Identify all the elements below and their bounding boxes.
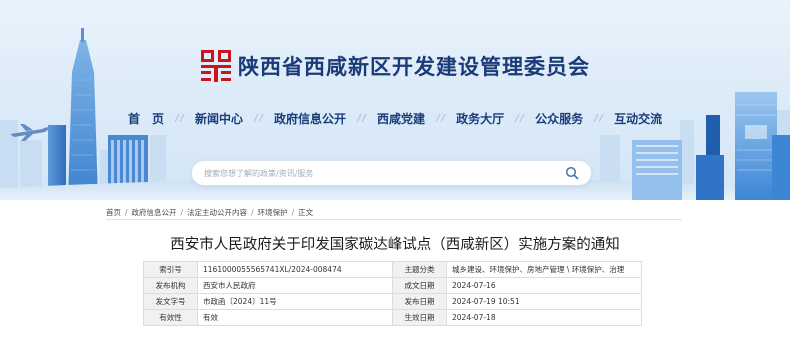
header-banner: 陕西省西咸新区开发建设管理委员会 首 页 新闻中心 政府信息公开 西咸党建 政务… — [0, 0, 790, 200]
breadcrumb-current: 正文 — [298, 208, 314, 217]
breadcrumb-environment[interactable]: 环境保护 — [258, 207, 288, 218]
meta-value: 2024-07-16 — [446, 277, 642, 294]
logo-icon — [201, 50, 231, 82]
nav-separator-icon — [253, 113, 264, 123]
meta-label: 有效性 — [143, 309, 198, 326]
table-row: 索引号 1161000055565741XL/2024-008474 主题分类 … — [143, 261, 642, 278]
nav-item-gov-info[interactable]: 政府信息公开 — [274, 110, 346, 127]
main-nav: 首 页 新闻中心 政府信息公开 西咸党建 政务大厅 公众服务 互动交流 — [128, 108, 662, 128]
nav-item-news[interactable]: 新闻中心 — [195, 110, 243, 127]
breadcrumb-separator: / — [125, 208, 128, 217]
search-box — [191, 160, 592, 186]
nav-separator-icon — [356, 113, 367, 123]
breadcrumb-statutory-content[interactable]: 法定主动公开内容 — [187, 207, 247, 218]
document-meta-table: 索引号 1161000055565741XL/2024-008474 主题分类 … — [143, 261, 642, 326]
breadcrumb-home[interactable]: 首页 — [106, 207, 121, 218]
nav-item-service-hall[interactable]: 政务大厅 — [456, 110, 504, 127]
meta-value: 2024-07-18 — [446, 309, 642, 326]
search-input[interactable] — [204, 165, 544, 182]
meta-label: 索引号 — [143, 261, 198, 278]
nav-item-public-service[interactable]: 公众服务 — [535, 110, 583, 127]
meta-label: 生效日期 — [392, 309, 447, 326]
meta-value: 西安市人民政府 — [197, 277, 393, 294]
meta-label: 发布机构 — [143, 277, 198, 294]
meta-label: 发布日期 — [392, 293, 447, 310]
breadcrumb-gov-info[interactable]: 政府信息公开 — [132, 207, 177, 218]
page: 陕西省西咸新区开发建设管理委员会 首 页 新闻中心 政府信息公开 西咸党建 政务… — [0, 0, 790, 350]
meta-value: 1161000055565741XL/2024-008474 — [197, 261, 393, 278]
meta-value: 市政函〔2024〕11号 — [197, 293, 393, 310]
meta-value: 2024-07-19 10:51 — [446, 293, 642, 310]
table-row: 有效性 有效 生效日期 2024-07-18 — [143, 309, 642, 326]
breadcrumb-separator: / — [291, 208, 295, 217]
table-row: 发布机构 西安市人民政府 成文日期 2024-07-16 — [143, 277, 642, 294]
site-title: 陕西省西咸新区开发建设管理委员会 — [238, 55, 590, 79]
breadcrumb-separator: / — [180, 208, 184, 217]
nav-separator-icon — [435, 113, 446, 123]
meta-value: 有效 — [197, 309, 393, 326]
nav-item-interaction[interactable]: 互动交流 — [614, 110, 662, 127]
breadcrumb-separator: / — [251, 208, 254, 217]
nav-item-party[interactable]: 西咸党建 — [377, 110, 425, 127]
search-icon[interactable] — [565, 166, 579, 180]
nav-separator-icon — [174, 113, 185, 123]
meta-label: 发文字号 — [143, 293, 198, 310]
meta-value: 城乡建设、环境保护、房地产管理 \ 环境保护、治理 — [446, 261, 642, 278]
nav-item-home[interactable]: 首 页 — [128, 110, 164, 127]
nav-separator-icon — [593, 113, 604, 123]
breadcrumb-divider — [106, 219, 682, 220]
nav-separator-icon — [514, 113, 525, 123]
meta-label: 主题分类 — [392, 261, 447, 278]
breadcrumb: 首页 / 政府信息公开 / 法定主动公开内容 / 环境保护 / 正文 — [106, 207, 313, 218]
meta-label: 成文日期 — [392, 277, 447, 294]
table-row: 发文字号 市政函〔2024〕11号 发布日期 2024-07-19 10:51 — [143, 293, 642, 310]
article-title: 西安市人民政府关于印发国家碳达峰试点（西咸新区）实施方案的通知 — [170, 237, 620, 253]
